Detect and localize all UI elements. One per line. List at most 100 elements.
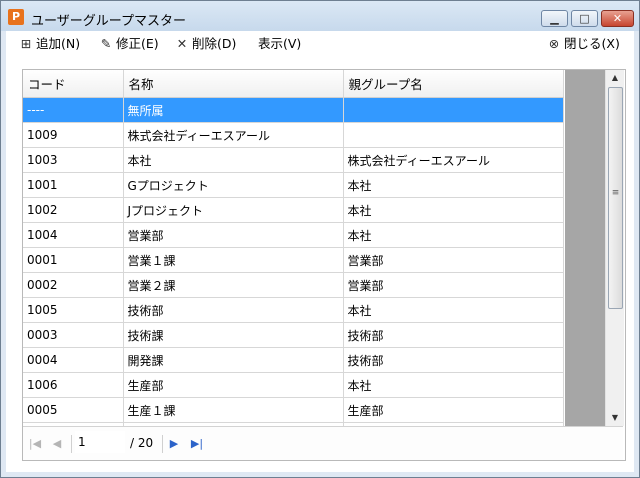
cell-code[interactable]: 1004 — [23, 222, 124, 248]
cell-parent[interactable]: 株式会社ディーエスアール — [343, 147, 564, 173]
next-page-icon[interactable]: ▶ — [166, 436, 182, 452]
pencil-icon: ✎ — [100, 36, 112, 51]
cell-code[interactable]: 1002 — [23, 197, 124, 223]
cell-name[interactable]: 生産１課 — [123, 397, 344, 423]
cell-name[interactable]: 技術課 — [123, 322, 344, 348]
page-number-input[interactable] — [75, 431, 125, 453]
close-icon: ✕ — [612, 12, 623, 25]
close-button-label: 閉じる(X) — [564, 36, 620, 51]
pager-separator — [162, 435, 163, 453]
cell-parent[interactable] — [343, 97, 564, 123]
cell-parent[interactable]: 技術部 — [343, 347, 564, 373]
cell-parent[interactable]: 生産部 — [343, 397, 564, 423]
client-area: ⊞ 追加(N) ✎ 修正(E) ✕ 削除(D) 表示(V) ⊗ 閉じる(X) コ… — [6, 31, 634, 472]
column-header-name[interactable]: 名称 — [123, 70, 344, 98]
grid-body: コード 名称 親グループ名 ---- 無所属 1009 株式会社ディーエスアール 100… — [23, 70, 565, 426]
cell-parent[interactable]: 本社 — [343, 297, 564, 323]
table-row[interactable]: 0002 営業２課 営業部 — [23, 272, 564, 298]
cell-code[interactable]: 1001 — [23, 172, 124, 198]
title-bar[interactable]: P ユーザーグループマスター ▁ □ ✕ — [1, 1, 639, 31]
cell-parent[interactable]: 本社 — [343, 222, 564, 248]
view-menu-label: 表示(V) — [258, 36, 302, 51]
cell-parent[interactable]: 本社 — [343, 372, 564, 398]
cell-name[interactable]: 株式会社ディーエスアール — [123, 122, 344, 148]
cell-code[interactable]: 1006 — [23, 372, 124, 398]
cell-code[interactable]: 1009 — [23, 122, 124, 148]
column-header-code[interactable]: コード — [23, 70, 124, 98]
last-page-icon[interactable]: ▶| — [189, 436, 205, 452]
table-row[interactable]: 1001 Gプロジェクト 本社 — [23, 172, 564, 198]
delete-button[interactable]: ✕ 削除(D) — [174, 35, 237, 53]
column-header-parent[interactable]: 親グループ名 — [343, 70, 564, 98]
grid-rows: ---- 無所属 1009 株式会社ディーエスアール 1003 本社 株式会社ディーエスアー… — [23, 97, 564, 426]
delete-button-label: 削除(D) — [192, 36, 237, 51]
cell-parent[interactable] — [343, 122, 564, 148]
maximize-button[interactable]: □ — [571, 10, 598, 27]
page-total: / 20 — [130, 436, 154, 450]
cell-name[interactable]: 開発課 — [123, 347, 344, 373]
table-row[interactable]: 1006 生産部 本社 — [23, 372, 564, 398]
table-row[interactable]: 0005 生産１課 生産部 — [23, 397, 564, 423]
add-button[interactable]: ⊞ 追加(N) — [18, 35, 80, 53]
pager: |◀ ◀ / 20 ▶ ▶| — [23, 426, 623, 460]
header-row: コード 名称 親グループ名 — [23, 70, 564, 98]
cell-parent[interactable]: 営業部 — [343, 247, 564, 273]
table-row[interactable]: 1009 株式会社ディーエスアール — [23, 122, 564, 148]
table-row[interactable]: 0004 開発課 技術部 — [23, 347, 564, 373]
group-grid: コード 名称 親グループ名 ---- 無所属 1009 株式会社ディーエスアール 100… — [22, 69, 626, 461]
table-row[interactable]: 1004 営業部 本社 — [23, 222, 564, 248]
vertical-scrollbar[interactable]: ▲ ≡ ▼ — [605, 70, 624, 426]
scroll-up-icon[interactable]: ▲ — [606, 70, 624, 86]
close-button[interactable]: ⊗ 閉じる(X) — [546, 35, 620, 53]
cell-name[interactable]: 無所属 — [123, 97, 344, 123]
cell-name[interactable]: 営業１課 — [123, 247, 344, 273]
cell-name[interactable]: 技術部 — [123, 297, 344, 323]
maximize-icon: □ — [579, 12, 590, 25]
add-button-label: 追加(N) — [36, 36, 81, 51]
cell-code[interactable]: 0004 — [23, 347, 124, 373]
minimize-button[interactable]: ▁ — [541, 10, 568, 27]
window-close-button[interactable]: ✕ — [601, 10, 634, 27]
cell-code[interactable]: 0003 — [23, 322, 124, 348]
cell-name[interactable]: 本社 — [123, 147, 344, 173]
group-table: コード 名称 親グループ名 ---- 無所属 1009 株式会社ディーエスアール 100… — [23, 70, 564, 426]
cell-name[interactable]: 営業部 — [123, 222, 344, 248]
grip-icon: ≡ — [611, 188, 620, 198]
delete-x-icon: ✕ — [176, 36, 188, 51]
cell-parent[interactable]: 本社 — [343, 197, 564, 223]
table-row[interactable]: 0003 技術課 技術部 — [23, 322, 564, 348]
table-row[interactable]: 1002 Jプロジェクト 本社 — [23, 197, 564, 223]
first-page-icon[interactable]: |◀ — [27, 436, 43, 452]
main-window: P ユーザーグループマスター ▁ □ ✕ ⊞ 追加(N) ✎ 修正(E) ✕ 削除(D… — [0, 0, 640, 478]
cell-code[interactable]: 1003 — [23, 147, 124, 173]
cell-parent[interactable]: 技術部 — [343, 322, 564, 348]
edit-button-label: 修正(E) — [116, 36, 159, 51]
pager-separator — [71, 435, 72, 453]
cell-name[interactable]: Gプロジェクト — [123, 172, 344, 198]
close-circle-icon: ⊗ — [548, 36, 560, 51]
cell-parent[interactable]: 本社 — [343, 172, 564, 198]
table-row[interactable]: ---- 無所属 — [23, 97, 564, 123]
cell-code[interactable]: 0005 — [23, 397, 124, 423]
prev-page-icon[interactable]: ◀ — [49, 436, 65, 452]
cell-name[interactable]: 営業２課 — [123, 272, 344, 298]
app-icon: P — [8, 9, 24, 25]
cell-name[interactable]: 生産部 — [123, 372, 344, 398]
edit-button[interactable]: ✎ 修正(E) — [98, 35, 159, 53]
add-icon: ⊞ — [20, 36, 32, 51]
grid-empty-area — [565, 70, 605, 426]
cell-parent[interactable]: 営業部 — [343, 272, 564, 298]
cell-code[interactable]: 1005 — [23, 297, 124, 323]
cell-name[interactable]: Jプロジェクト — [123, 197, 344, 223]
toolbar: ⊞ 追加(N) ✎ 修正(E) ✕ 削除(D) 表示(V) ⊗ 閉じる(X) — [6, 31, 634, 55]
cell-code[interactable]: 0002 — [23, 272, 124, 298]
table-row[interactable]: 1003 本社 株式会社ディーエスアール — [23, 147, 564, 173]
scroll-down-icon[interactable]: ▼ — [606, 410, 624, 426]
view-menu[interactable]: 表示(V) — [258, 35, 301, 53]
cell-code[interactable]: ---- — [23, 97, 124, 123]
cell-code[interactable]: 0001 — [23, 247, 124, 273]
minimize-icon: ▁ — [550, 12, 559, 25]
scroll-thumb[interactable]: ≡ — [608, 87, 623, 309]
table-row[interactable]: 0001 営業１課 営業部 — [23, 247, 564, 273]
table-row[interactable]: 1005 技術部 本社 — [23, 297, 564, 323]
